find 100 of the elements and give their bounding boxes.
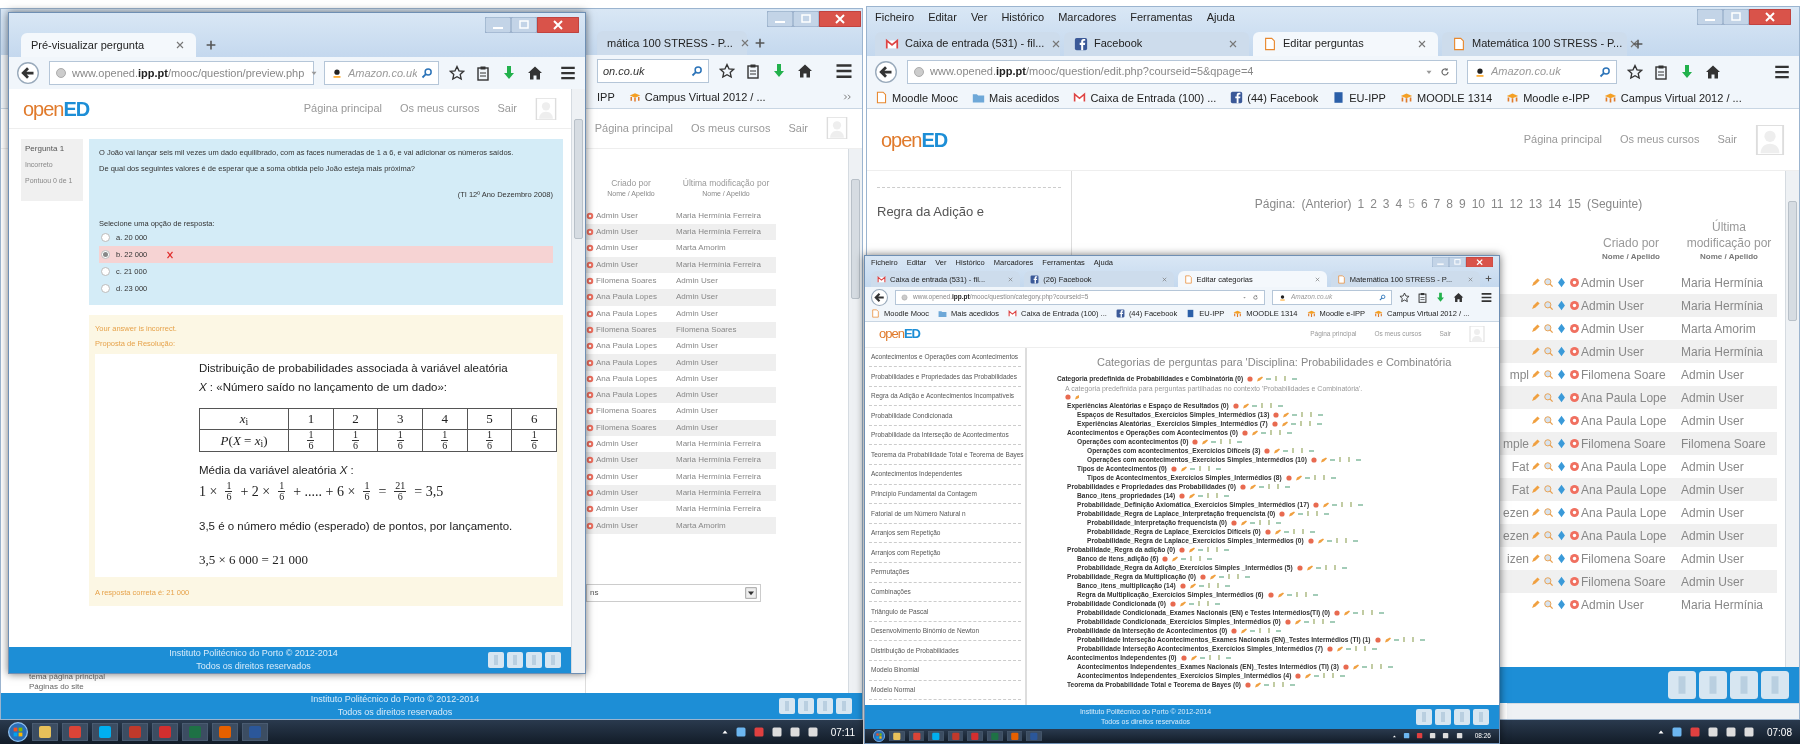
tray-icon[interactable] xyxy=(1670,726,1683,738)
bookmark[interactable]: Moodle Mooc xyxy=(875,89,959,106)
preview-icon[interactable] xyxy=(1543,553,1554,565)
back-button[interactable] xyxy=(871,288,888,306)
address-field[interactable]: www.opened.ipp.pt/mooc/question/edit.php?courseid=5&qpage=4 xyxy=(907,59,1457,84)
edit-icon[interactable] xyxy=(1530,323,1541,335)
close-icon[interactable] xyxy=(174,39,186,51)
delete-icon[interactable] xyxy=(1569,346,1580,358)
page-number[interactable]: 9 xyxy=(1458,195,1466,213)
bookmark[interactable]: MOODLE 1314 xyxy=(1399,89,1493,106)
pagination-link[interactable]: (Anterior) xyxy=(1301,195,1352,213)
move-icon[interactable] xyxy=(1556,415,1567,427)
page-number[interactable]: 10 xyxy=(1471,195,1485,213)
preview-icon[interactable] xyxy=(1543,415,1554,427)
delete-icon[interactable] xyxy=(1569,415,1580,427)
select-field[interactable]: ns xyxy=(586,583,761,602)
start-button[interactable] xyxy=(873,730,885,742)
tray-icon[interactable] xyxy=(1724,726,1737,738)
sidebar-link[interactable]: Páginas do site xyxy=(29,682,585,692)
delete-icon[interactable] xyxy=(1569,438,1580,450)
category-actions-drawing[interactable] xyxy=(1264,529,1317,535)
download-icon[interactable] xyxy=(771,63,787,79)
category-actions-drawing[interactable] xyxy=(1179,583,1232,589)
delete-icon[interactable] xyxy=(1569,507,1580,519)
download-icon[interactable] xyxy=(1679,63,1695,80)
tray-arrow-icon[interactable] xyxy=(1656,728,1665,736)
page-number[interactable]: 12 xyxy=(1509,195,1523,213)
search-input[interactable]: Amazon.co.uk xyxy=(1491,63,1595,80)
category-actions-drawing[interactable] xyxy=(1342,664,1395,670)
category-actions-drawing[interactable] xyxy=(1247,376,1300,382)
scrollbar[interactable] xyxy=(571,89,585,673)
close-icon[interactable] xyxy=(1467,275,1474,283)
search-icon[interactable] xyxy=(421,67,433,79)
move-icon[interactable] xyxy=(1556,277,1567,289)
search-icon[interactable] xyxy=(691,65,703,77)
move-icon[interactable] xyxy=(1556,553,1567,565)
category-actions-drawing[interactable] xyxy=(1271,421,1324,427)
edit-icon[interactable] xyxy=(1530,461,1541,473)
logo[interactable]: openED xyxy=(879,324,920,344)
preview-icon[interactable] xyxy=(1543,461,1554,473)
delete-icon[interactable] xyxy=(1569,392,1580,404)
tray-arrow-icon[interactable] xyxy=(1392,733,1397,739)
browser-tab[interactable]: Caixa de entrada (531) - fil... xyxy=(875,31,1060,56)
preview-icon[interactable] xyxy=(1543,576,1554,588)
category-actions-drawing[interactable] xyxy=(1180,655,1233,661)
clipboard-icon[interactable] xyxy=(745,63,761,79)
move-icon[interactable] xyxy=(1556,392,1567,404)
category-actions-drawing[interactable] xyxy=(1232,403,1285,409)
scrollbar-thumb[interactable] xyxy=(574,119,583,239)
preview-icon[interactable] xyxy=(1543,277,1554,289)
maximize-button[interactable] xyxy=(1723,9,1749,25)
close-button[interactable] xyxy=(1749,9,1791,25)
page-number[interactable]: 8 xyxy=(1446,195,1453,213)
preview-icon[interactable] xyxy=(1543,323,1554,335)
edit-icon[interactable] xyxy=(1530,576,1541,588)
pagination-link[interactable]: (Seguinte) xyxy=(1586,195,1643,213)
category-actions-drawing[interactable] xyxy=(1200,574,1252,580)
bookmark[interactable]: EU-IPP xyxy=(1332,89,1386,106)
new-tab-icon[interactable] xyxy=(753,36,767,50)
move-icon[interactable] xyxy=(1556,484,1567,496)
new-tab-icon[interactable] xyxy=(204,38,218,52)
category-actions-drawing[interactable] xyxy=(1296,565,1349,571)
menu-item[interactable]: Marcadores xyxy=(1058,9,1117,26)
menu-item[interactable]: Ficheiro xyxy=(875,9,915,26)
tray-arrow-icon[interactable] xyxy=(720,728,729,736)
delete-icon[interactable] xyxy=(1569,599,1580,611)
bookmark[interactable]: Mais acedidos xyxy=(972,89,1060,106)
delete-icon[interactable] xyxy=(1569,369,1580,381)
bookmark-star-icon[interactable] xyxy=(1627,63,1643,80)
bookmark-star-icon[interactable] xyxy=(449,65,465,81)
page-number[interactable]: 11 xyxy=(1491,195,1504,213)
menu-item[interactable]: Ajuda xyxy=(1206,9,1235,26)
radio-button[interactable] xyxy=(101,233,110,242)
category-actions-drawing[interactable] xyxy=(1310,457,1363,463)
menu-icon[interactable] xyxy=(1480,290,1493,304)
sidebar-link[interactable]: tema página principal xyxy=(29,672,585,682)
bookmark[interactable]: IPP xyxy=(597,89,615,106)
edit-icon[interactable] xyxy=(1530,507,1541,519)
edit-icon[interactable] xyxy=(1530,415,1541,427)
app-icon[interactable] xyxy=(928,730,944,742)
browser-tab[interactable]: mática 100 STRESS - P... xyxy=(597,31,747,55)
home-icon[interactable] xyxy=(1453,291,1464,303)
edit-icon[interactable] xyxy=(1530,346,1541,358)
category-actions-drawing[interactable] xyxy=(1245,682,1298,688)
horizontal-scrollbar[interactable] xyxy=(1507,703,1799,719)
category-actions-drawing[interactable] xyxy=(1231,520,1283,526)
minimize-button[interactable] xyxy=(485,17,511,33)
bookmark[interactable]: Campus Virtual 2012 / ... xyxy=(1603,89,1742,106)
search-field[interactable]: Amazon.co.uk xyxy=(1467,59,1617,84)
close-button[interactable] xyxy=(819,11,861,27)
category-actions-drawing[interactable] xyxy=(1295,673,1348,679)
bookmark[interactable]: Moodle e-IPP xyxy=(1506,89,1590,106)
menu-item[interactable]: Ver xyxy=(970,9,988,26)
maximize-button[interactable] xyxy=(793,11,819,27)
back-button[interactable] xyxy=(17,62,39,84)
delete-icon[interactable] xyxy=(1569,576,1580,588)
logo[interactable]: openED xyxy=(23,93,90,124)
move-icon[interactable] xyxy=(1556,461,1567,473)
category-actions-drawing[interactable] xyxy=(1192,439,1245,445)
close-button[interactable] xyxy=(1465,257,1493,268)
